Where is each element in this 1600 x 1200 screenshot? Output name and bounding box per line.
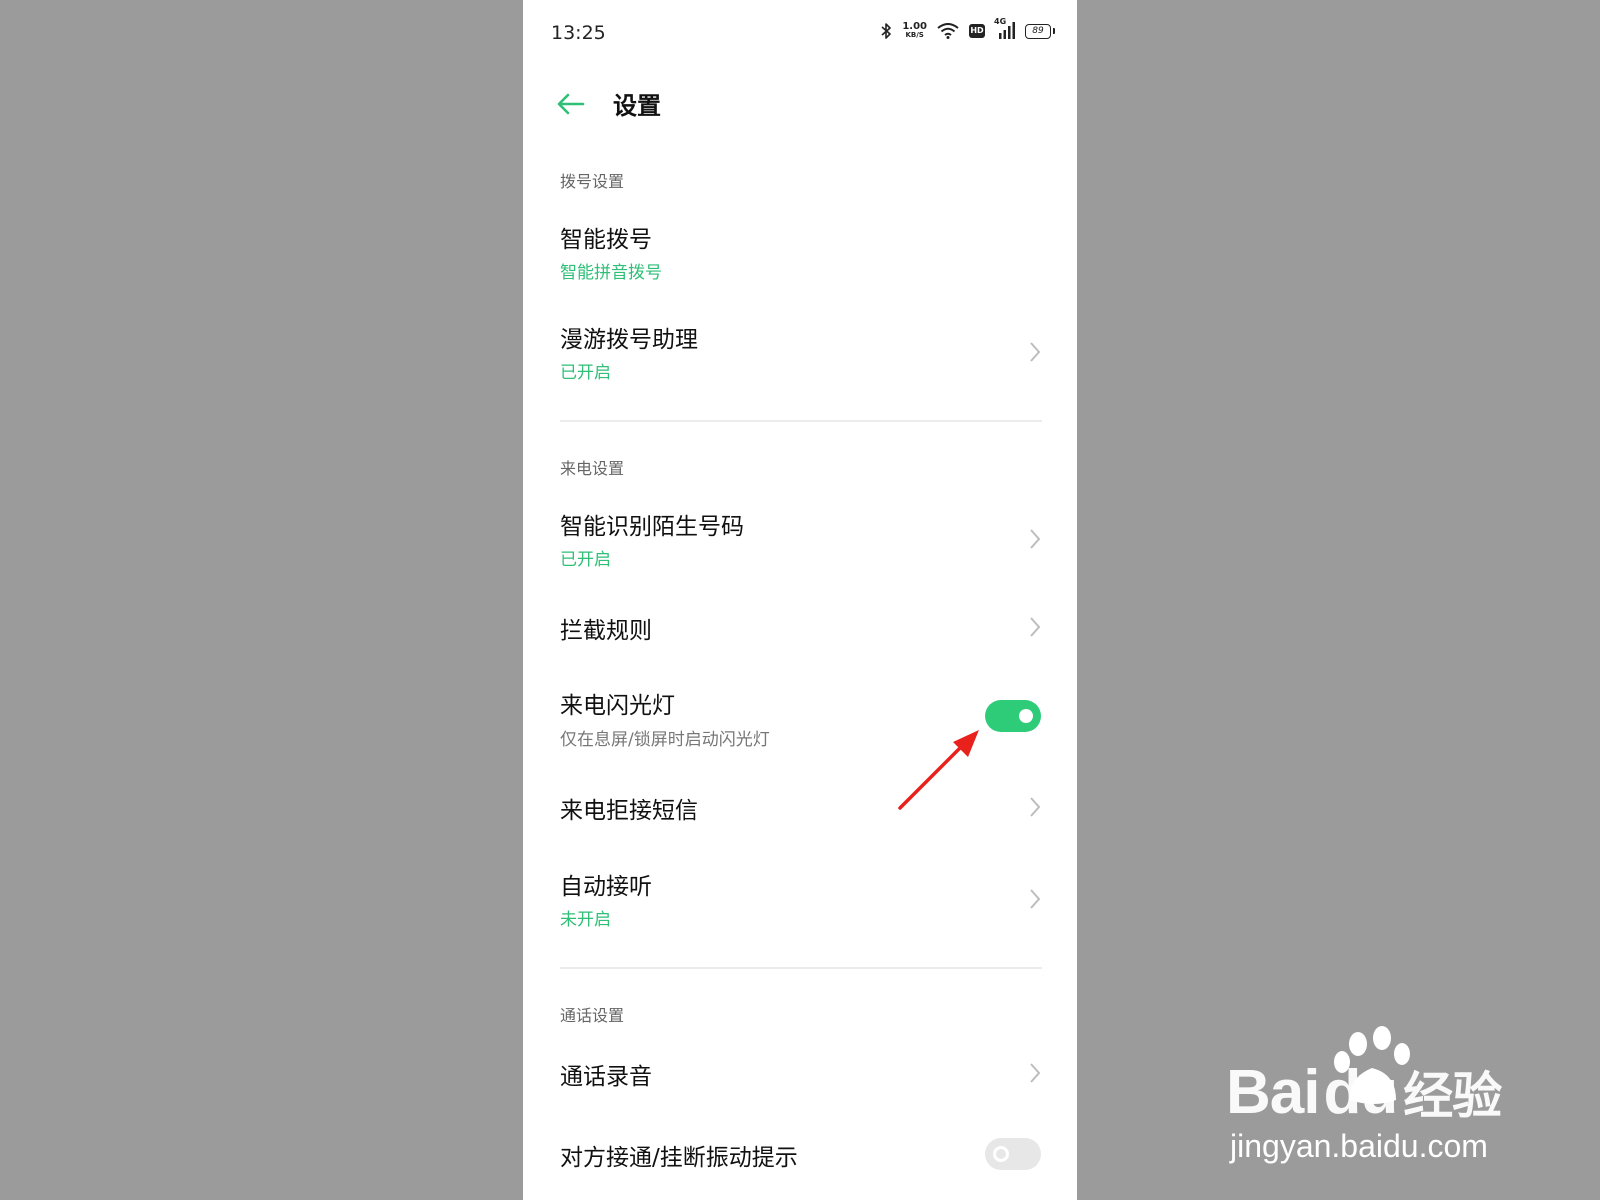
page-title: 设置 xyxy=(613,92,661,120)
section-title-dialing: 拨号设置 xyxy=(560,172,625,191)
setting-item-subtitle: 仅在息屏/锁屏时启动闪光灯 xyxy=(560,730,770,750)
section-title-incoming: 来电设置 xyxy=(560,459,625,478)
setting-item-title: 拦截规则 xyxy=(560,618,652,644)
signal-label: 4G xyxy=(994,17,1007,26)
net-speed-unit: KB/S xyxy=(905,31,924,39)
logo-text-right: 经验 xyxy=(1403,1068,1502,1124)
baidu-watermark: Baidu 经验 jingyan.baidu.com xyxy=(1226,1022,1526,1172)
toggle-knob xyxy=(993,1146,1009,1162)
bluetooth-icon xyxy=(880,22,892,40)
setting-item-title: 漫游拨号助理 xyxy=(560,327,698,353)
wifi-icon xyxy=(937,23,959,39)
setting-item-subtitle: 已开启 xyxy=(560,550,611,570)
setting-item-subtitle: 已开启 xyxy=(560,363,611,383)
setting-item-title: 自动接听 xyxy=(560,874,652,900)
setting-item-block-rules[interactable]: 拦截规则 xyxy=(523,597,1077,659)
setting-item-title: 来电闪光灯 xyxy=(560,693,675,719)
logo-text-left: Bai xyxy=(1226,1058,1320,1127)
battery-icon: 89 xyxy=(1025,23,1055,39)
net-speed: 1.00 KB/S xyxy=(902,22,927,40)
setting-item-subtitle: 未开启 xyxy=(560,910,611,930)
setting-item-title: 智能拨号 xyxy=(560,227,652,253)
chevron-right-icon xyxy=(1030,797,1041,817)
section-divider xyxy=(560,967,1042,969)
app-header: 设置 xyxy=(523,72,1077,136)
status-icons: 1.00 KB/S HD 4G 89 xyxy=(880,17,1055,40)
screenshot-stage: 13:25 1.00 KB/S HD 4G 89 设置 拨号设置 智能拨号 智能… xyxy=(0,0,1600,1200)
flash-alert-toggle[interactable] xyxy=(985,700,1041,732)
section-title-call: 通话设置 xyxy=(560,1006,625,1025)
setting-item-title: 来电拒接短信 xyxy=(560,798,698,824)
setting-item-call-recording[interactable]: 通话录音 xyxy=(523,1043,1077,1105)
setting-item-subtitle: 智能拼音拨号 xyxy=(560,263,662,283)
toggle-knob xyxy=(1019,709,1033,723)
setting-item-flash-alert[interactable]: 来电闪光灯 仅在息屏/锁屏时启动闪光灯 xyxy=(523,676,1077,764)
back-arrow-icon xyxy=(557,93,585,115)
status-bar: 13:25 1.00 KB/S HD 4G 89 xyxy=(523,0,1077,64)
setting-item-auto-answer[interactable]: 自动接听 未开启 xyxy=(523,857,1077,945)
vibrate-connect-toggle[interactable] xyxy=(985,1138,1041,1170)
setting-item-roaming-assistant[interactable]: 漫游拨号助理 已开启 xyxy=(523,310,1077,398)
section-divider xyxy=(560,420,1042,422)
chevron-right-icon xyxy=(1030,617,1041,637)
chevron-right-icon xyxy=(1030,1063,1041,1083)
hd-icon: HD xyxy=(969,24,985,38)
baidu-logo-text: Baidu 经验 xyxy=(1226,1056,1502,1128)
watermark-url: jingyan.baidu.com xyxy=(1230,1128,1488,1164)
net-speed-value: 1.00 xyxy=(902,21,927,32)
back-button[interactable] xyxy=(553,86,589,122)
chevron-right-icon xyxy=(1030,889,1041,909)
setting-item-title: 通话录音 xyxy=(560,1064,652,1090)
setting-item-vibrate-connect[interactable]: 对方接通/挂断振动提示 xyxy=(523,1124,1077,1186)
chevron-right-icon xyxy=(1030,529,1041,549)
annotation-arrow-icon xyxy=(898,730,979,810)
setting-item-smart-dial[interactable]: 智能拨号 智能拼音拨号 xyxy=(523,210,1077,298)
setting-item-reject-sms[interactable]: 来电拒接短信 xyxy=(523,777,1077,839)
chevron-right-icon xyxy=(1030,342,1041,362)
signal-icon: 4G xyxy=(994,17,1015,40)
logo-text-mid: du xyxy=(1323,1058,1398,1127)
setting-item-title: 智能识别陌生号码 xyxy=(560,514,744,540)
setting-item-title: 对方接通/挂断振动提示 xyxy=(560,1145,798,1171)
phone-screen: 13:25 1.00 KB/S HD 4G 89 设置 拨号设置 智能拨号 智能… xyxy=(523,0,1077,1200)
status-time: 13:25 xyxy=(551,22,606,44)
setting-item-identify-unknown[interactable]: 智能识别陌生号码 已开启 xyxy=(523,497,1077,585)
